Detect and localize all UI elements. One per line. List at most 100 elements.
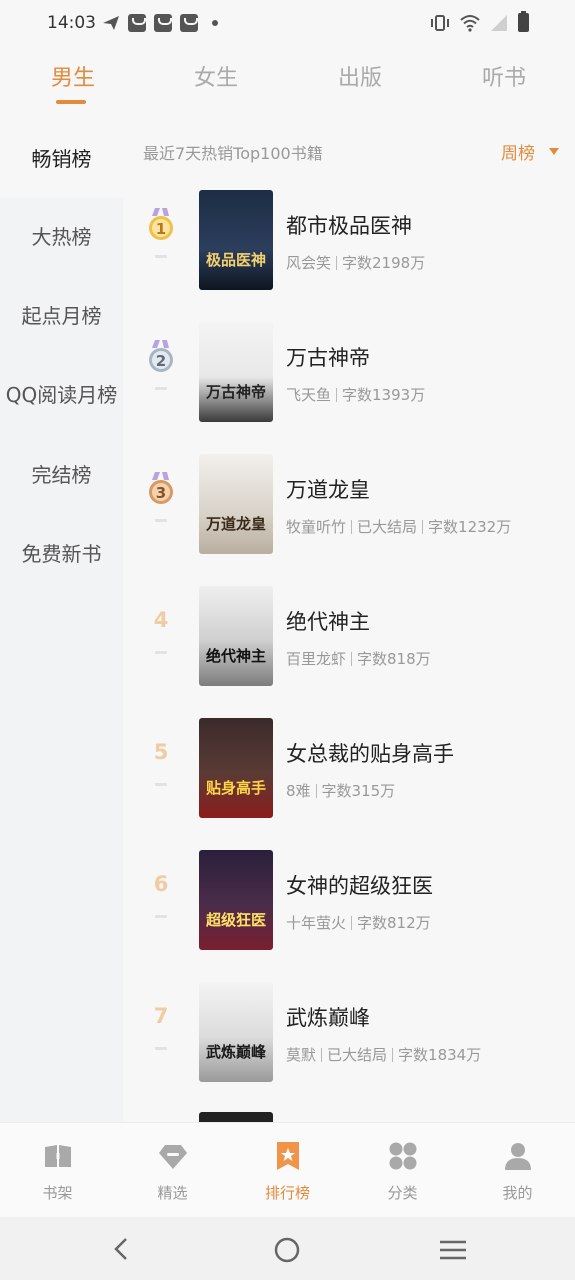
book-title[interactable]: 绝代神主 [286, 606, 370, 636]
book-author: 8难 [286, 782, 311, 800]
send-icon [103, 16, 119, 30]
book-meta: 百里龙虾 字数818万 [286, 648, 431, 669]
nav-label: 我的 [502, 1184, 533, 1202]
list-item[interactable]: 5 贴身高手 女总裁的贴身高手 8难 字数315万 [123, 718, 575, 828]
cover-title: 极品医神 [205, 251, 266, 269]
status-left-icons [102, 14, 218, 32]
book-meta: 飞天鱼 字数1393万 [286, 384, 425, 405]
book-author: 飞天鱼 [286, 386, 332, 404]
book-cover[interactable]: 武炼巅峰 [199, 982, 273, 1082]
separator [422, 520, 424, 534]
rank-number: 5 [153, 740, 169, 764]
rank-number: 4 [153, 608, 169, 632]
back-icon[interactable] [112, 1237, 130, 1261]
status-right-icons [430, 11, 529, 32]
book-title[interactable]: 女总裁的贴身高手 [286, 738, 454, 768]
cover-title: 绝代神主 [205, 647, 266, 665]
status-bar: 14:03 [0, 0, 575, 46]
book-author: 百里龙虾 [286, 650, 347, 668]
dot-icon [212, 20, 218, 26]
category-icon [389, 1142, 417, 1170]
book-cover[interactable]: 万道龙皇 [199, 454, 273, 554]
book-title[interactable]: 都市极品医神 [286, 210, 412, 240]
separator [321, 1048, 323, 1062]
cover-title: 武炼巅峰 [205, 1043, 266, 1061]
list-item[interactable]: 2 万古神帝 万古神帝 飞天鱼 字数1393万 [123, 322, 575, 432]
book-cover[interactable]: 绝代神主 [199, 586, 273, 686]
rank-change-indicator [155, 519, 167, 522]
cover-title: 万道龙皇 [205, 515, 266, 533]
nav-ranking[interactable]: 排行榜 [230, 1123, 345, 1218]
book-meta: 十年萤火 字数812万 [286, 912, 431, 933]
featured-icon [159, 1145, 187, 1169]
nav-bookshelf[interactable]: 书架 [0, 1123, 115, 1218]
sidebar-item-qidian-monthly[interactable]: 起点月榜 [0, 277, 123, 355]
home-icon[interactable] [274, 1237, 300, 1263]
book-cover[interactable]: 贴身高手 [199, 718, 273, 818]
ranking-icon [277, 1142, 299, 1170]
status-time: 14:03 [47, 13, 96, 33]
bag-icon [128, 14, 146, 32]
list-item[interactable]: 1 极品医神 都市极品医神 风会笑 字数2198万 [123, 190, 575, 300]
bookshelf-icon [45, 1145, 71, 1167]
nav-category[interactable]: 分类 [345, 1123, 460, 1218]
nav-label: 排行榜 [264, 1184, 310, 1202]
book-meta: 莫默 已大结局 字数1834万 [286, 1044, 481, 1065]
book-cover-partial[interactable] [199, 1112, 273, 1122]
book-author: 十年萤火 [286, 914, 347, 932]
nav-featured[interactable]: 精选 [115, 1123, 230, 1218]
sidebar-item-bestseller[interactable]: 畅销榜 [0, 120, 123, 198]
separator [351, 652, 353, 666]
vibrate-icon [431, 14, 449, 31]
list-item[interactable]: 4 绝代神主 绝代神主 百里龙虾 字数818万 [123, 586, 575, 696]
book-cover[interactable]: 极品医神 [199, 190, 273, 290]
tab-male[interactable]: 男生 [51, 60, 95, 92]
gender-tabs: 男生 女生 出版 听书 [0, 60, 575, 108]
list-description: 最近7天热销Top100书籍 [143, 144, 323, 163]
book-author: 莫默 [286, 1046, 317, 1064]
list-item[interactable]: 6 超级狂医 女神的超级狂医 十年萤火 字数812万 [123, 850, 575, 960]
nav-profile[interactable]: 我的 [460, 1123, 575, 1218]
tab-female[interactable]: 女生 [194, 60, 238, 92]
nav-label: 书架 [42, 1184, 73, 1202]
menu-icon[interactable] [439, 1239, 467, 1261]
book-word-count: 字数315万 [321, 782, 396, 800]
book-cover[interactable]: 超级狂医 [199, 850, 273, 950]
bag-icon [154, 14, 172, 32]
book-word-count: 字数1232万 [428, 518, 512, 536]
period-selector[interactable]: 周榜 [501, 139, 535, 164]
caret-down-icon[interactable] [549, 148, 559, 155]
book-cover[interactable]: 万古神帝 [199, 322, 273, 422]
book-word-count: 字数818万 [357, 650, 431, 668]
battery-icon [518, 11, 529, 32]
system-navigation-bar [0, 1217, 575, 1280]
rank-change-indicator [155, 1047, 167, 1050]
tab-indicator [56, 100, 86, 104]
list-item[interactable]: 3 万道龙皇 万道龙皇 牧童听竹 已大结局 字数1232万 [123, 454, 575, 564]
book-status: 已大结局 [357, 518, 418, 536]
sidebar-item-hot[interactable]: 大热榜 [0, 198, 123, 276]
book-title[interactable]: 万道龙皇 [286, 474, 370, 504]
rank-number: 1 [155, 220, 167, 238]
list-item[interactable]: 7 武炼巅峰 武炼巅峰 莫默 已大结局 字数1834万 [123, 982, 575, 1092]
sidebar-item-free-new[interactable]: 免费新书 [0, 515, 123, 593]
book-word-count: 字数1393万 [342, 386, 426, 404]
book-author: 牧童听竹 [286, 518, 347, 536]
cover-title: 万古神帝 [205, 383, 266, 401]
cover-title: 贴身高手 [205, 779, 266, 797]
tab-publishing[interactable]: 出版 [338, 60, 382, 92]
sidebar-item-completed[interactable]: 完结榜 [0, 436, 123, 514]
book-title[interactable]: 武炼巅峰 [286, 1002, 370, 1032]
rank-number: 2 [155, 352, 167, 370]
wifi-icon [460, 14, 480, 32]
ranking-list: 最近7天热销Top100书籍 周榜 1 极品医神 都市极品医神 风会笑 字数219… [123, 120, 575, 1122]
book-title[interactable]: 女神的超级狂医 [286, 870, 433, 900]
book-word-count: 字数2198万 [342, 254, 426, 272]
rank-change-indicator [155, 651, 167, 654]
book-title[interactable]: 万古神帝 [286, 342, 370, 372]
cover-title: 超级狂医 [205, 911, 266, 929]
sidebar-item-qq-monthly[interactable]: QQ阅读月榜 [0, 356, 123, 434]
book-meta: 牧童听竹 已大结局 字数1232万 [286, 516, 511, 537]
tab-audiobook[interactable]: 听书 [482, 60, 526, 92]
nav-label: 分类 [387, 1184, 418, 1202]
